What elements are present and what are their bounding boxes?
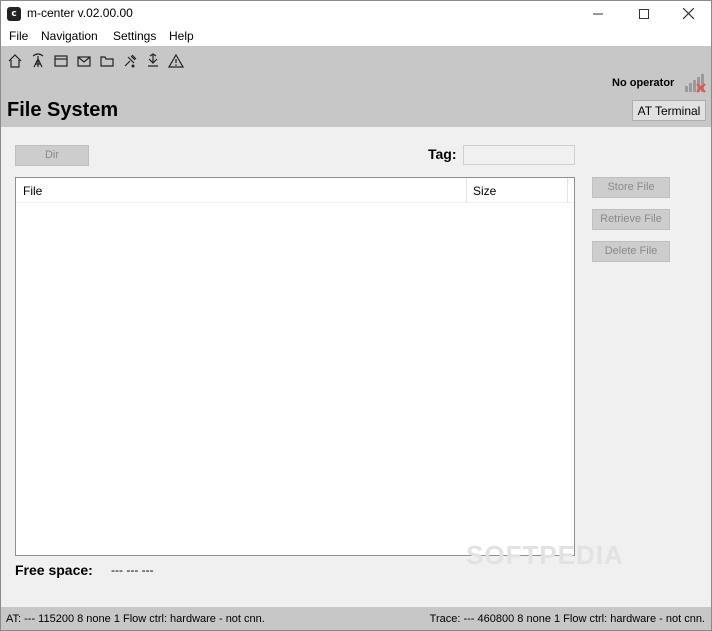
mail-icon[interactable] <box>76 53 92 69</box>
free-space-label: Free space: <box>15 562 93 578</box>
antenna-icon[interactable] <box>30 53 46 69</box>
at-status: AT: --- 115200 8 none 1 Flow ctrl: hardw… <box>6 613 265 625</box>
warning-icon[interactable] <box>168 53 184 69</box>
toolbar-area: No operator File System AT Terminal <box>1 46 711 127</box>
home-icon[interactable] <box>7 53 23 69</box>
menu-help[interactable]: Help <box>169 29 194 43</box>
signal-strength-icon <box>684 73 706 93</box>
connect-icon[interactable] <box>122 53 138 69</box>
menu-settings[interactable]: Settings <box>113 29 156 43</box>
operator-status: No operator <box>612 77 675 89</box>
at-terminal-button[interactable]: AT Terminal <box>632 100 706 121</box>
tag-input[interactable] <box>463 145 575 165</box>
menu-bar: File Navigation Settings Help <box>1 26 711 46</box>
column-divider[interactable] <box>567 178 568 202</box>
delete-file-button[interactable]: Delete File <box>592 241 670 262</box>
file-list-header: File Size <box>16 178 574 203</box>
minimize-button[interactable] <box>575 1 621 26</box>
watermark: SOFTPEDIA <box>466 540 624 570</box>
menu-navigation[interactable]: Navigation <box>41 29 98 43</box>
close-icon <box>682 8 694 19</box>
column-divider[interactable] <box>466 178 467 202</box>
free-space-value: --- --- --- <box>111 563 154 577</box>
file-list[interactable]: File Size <box>15 177 575 556</box>
title-bar: c m-center v.02.00.00 <box>1 1 711 26</box>
maximize-button[interactable] <box>621 1 667 26</box>
menu-file[interactable]: File <box>9 29 28 43</box>
trace-status: Trace: --- 460800 8 none 1 Flow ctrl: ha… <box>429 613 705 625</box>
store-file-button[interactable]: Store File <box>592 177 670 198</box>
status-bar: AT: --- 115200 8 none 1 Flow ctrl: hardw… <box>1 607 711 630</box>
retrieve-file-button[interactable]: Retrieve File <box>592 209 670 230</box>
page-title: File System <box>7 99 119 121</box>
folder-icon[interactable] <box>99 53 115 69</box>
dir-button[interactable]: Dir <box>15 145 89 166</box>
download-icon[interactable] <box>145 53 161 69</box>
close-button[interactable] <box>665 1 711 26</box>
minimize-icon <box>593 13 603 14</box>
app-window: c m-center v.02.00.00 File Navigation Se… <box>0 0 712 631</box>
window-icon[interactable] <box>53 53 69 69</box>
column-header-size[interactable]: Size <box>473 184 496 198</box>
file-system-panel: Dir Tag: File Size Store File Retrieve F… <box>1 127 711 607</box>
app-logo-icon: c <box>7 7 21 21</box>
window-title: m-center v.02.00.00 <box>27 6 133 20</box>
column-header-file[interactable]: File <box>23 184 42 198</box>
tag-label: Tag: <box>428 146 457 162</box>
maximize-icon <box>639 8 649 19</box>
